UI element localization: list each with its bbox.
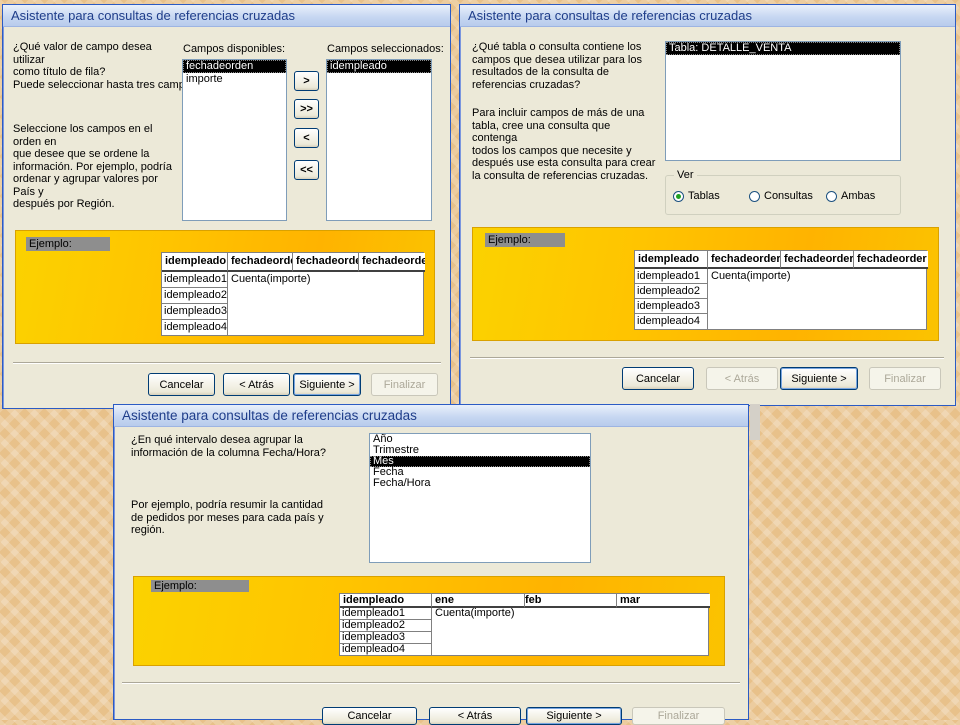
radio-both-label[interactable]: Ambas [841, 190, 875, 203]
finish-button[interactable]: Finalizar [869, 367, 941, 390]
grid-row-label: idempleado4 [164, 320, 228, 335]
interval-list[interactable]: Año Trimestre Mes Fecha Fecha/Hora [369, 433, 591, 563]
note-text: Para incluir campos de más de una tabla,… [472, 107, 656, 182]
grid-row-label: idempleado1 [340, 608, 432, 620]
finish-button[interactable]: Finalizar [371, 373, 438, 396]
grid-header: feb [525, 594, 617, 608]
question-text: ¿Qué tabla o consulta contiene los campo… [472, 41, 642, 91]
dialog-title: Asistente para consultas de referencias … [3, 5, 450, 27]
selected-fields-list[interactable]: idempleado [326, 59, 432, 221]
grid-row-label: idempleado3 [635, 299, 708, 314]
grid-header: idempleado [635, 251, 708, 269]
dialog-title: Asistente para consultas de referencias … [114, 405, 748, 427]
table-list[interactable]: Tabla: DETALLE_VENTA [665, 41, 901, 161]
grid-header: idempleado [162, 253, 228, 272]
sample-label: Ejemplo: [151, 580, 249, 592]
sample-grid: idempleado fechadeorder fechadeorder fec… [634, 250, 928, 330]
view-group: Ver Tablas Consultas Ambas [665, 169, 901, 215]
sample-label: Ejemplo: [26, 237, 110, 251]
cancel-button[interactable]: Cancelar [622, 367, 694, 390]
next-button[interactable]: Siguiente > [526, 707, 622, 725]
wizard-dialog-table-select: Asistente para consultas de referencias … [459, 4, 956, 406]
grid-row-label: idempleado2 [340, 620, 432, 632]
back-button[interactable]: < Atrás [706, 367, 778, 390]
dialog-content: ¿En qué intervalo desea agrupar la infor… [114, 427, 748, 725]
question-text: ¿Qué valor de campo desea utilizar como … [13, 41, 152, 78]
grid-row-label: idempleado3 [340, 632, 432, 644]
view-group-title: Ver [674, 169, 697, 181]
wizard-dialog-date-interval: Asistente para consultas de referencias … [113, 404, 749, 725]
list-item[interactable]: idempleado [327, 60, 431, 73]
grid-row-label: idempleado1 [162, 272, 228, 288]
sample-panel: Ejemplo: idempleado ene feb mar idemplea… [133, 576, 725, 666]
sample-label: Ejemplo: [485, 233, 565, 247]
next-button[interactable]: Siguiente > [780, 367, 858, 390]
divider [13, 362, 441, 364]
grid-header: fechadeorder [781, 251, 854, 269]
grid-row-label: idempleado4 [340, 644, 432, 655]
dialog-content: ¿Qué tabla o consulta contiene los campo… [460, 27, 955, 405]
sample-grid: idempleado ene feb mar idempleado1 idemp… [339, 593, 710, 656]
sample-panel: Ejemplo: idempleado fechadeorder fechade… [15, 230, 435, 344]
grid-header: fechadeorder [359, 253, 425, 272]
list-item[interactable]: Fecha/Hora [370, 478, 590, 489]
sample-grid: idempleado fechadeorder fechadeorder fec… [161, 252, 425, 336]
grid-header: idempleado [340, 594, 432, 608]
back-button[interactable]: < Atrás [223, 373, 290, 396]
grid-header: mar [617, 594, 710, 608]
grid-row-label: idempleado2 [162, 288, 228, 304]
grid-header: fechadeorder [708, 251, 781, 269]
grid-header: fechadeorder [854, 251, 928, 269]
list-item[interactable]: fechadeorden [183, 60, 286, 73]
available-fields-list[interactable]: fechadeorden importe [182, 59, 287, 221]
list-item[interactable]: Tabla: DETALLE_VENTA [666, 42, 900, 55]
grid-header: fechadeorder [228, 253, 293, 272]
grid-value-cell: Cuenta(importe) [711, 270, 791, 282]
grid-value-cell: Cuenta(importe) [435, 608, 515, 619]
next-button[interactable]: Siguiente > [293, 373, 361, 396]
grid-row-label: idempleado4 [635, 314, 708, 329]
move-one-right-button[interactable]: > [294, 71, 319, 91]
available-fields-label: Campos disponibles: [183, 43, 286, 55]
radio-tables[interactable] [673, 191, 684, 202]
selected-fields-label: Campos seleccionados: [327, 43, 444, 55]
grid-header: fechadeorder [293, 253, 359, 272]
list-item[interactable]: Trimestre [370, 445, 590, 456]
grid-value-cell: Cuenta(importe) [231, 273, 311, 285]
sample-panel: Ejemplo: idempleado fechadeorder fechade… [472, 227, 939, 341]
cancel-button[interactable]: Cancelar [322, 707, 417, 725]
wizard-dialog-row-fields: Asistente para consultas de referencias … [2, 4, 451, 409]
grid-row-label: idempleado1 [635, 269, 708, 284]
grid-header: ene [432, 594, 525, 608]
move-all-right-button[interactable]: >> [294, 99, 319, 119]
grid-row-label: idempleado2 [635, 284, 708, 299]
question-text: ¿En qué intervalo desea agrupar la infor… [131, 434, 327, 459]
grid-row-label: idempleado3 [162, 304, 228, 320]
radio-queries-label[interactable]: Consultas [764, 190, 813, 203]
move-all-left-button[interactable]: << [294, 160, 319, 180]
radio-queries[interactable] [749, 191, 760, 202]
dialog-title: Asistente para consultas de referencias … [460, 5, 955, 27]
divider [470, 357, 944, 359]
order-note-text: Seleccione los campos en el orden en que… [13, 123, 172, 210]
cancel-button[interactable]: Cancelar [148, 373, 215, 396]
background-window-edge [750, 404, 760, 440]
radio-tables-label[interactable]: Tablas [688, 190, 720, 203]
move-one-left-button[interactable]: < [294, 128, 319, 148]
note-text: Por ejemplo, podría resumir la cantidad … [131, 499, 324, 536]
dialog-content: ¿Qué valor de campo desea utilizar como … [3, 27, 450, 408]
radio-both[interactable] [826, 191, 837, 202]
hint-text: Puede seleccionar hasta tres campos. [13, 79, 200, 91]
divider [122, 682, 740, 684]
back-button[interactable]: < Atrás [429, 707, 521, 725]
finish-button[interactable]: Finalizar [632, 707, 725, 725]
list-item[interactable]: importe [183, 73, 286, 86]
